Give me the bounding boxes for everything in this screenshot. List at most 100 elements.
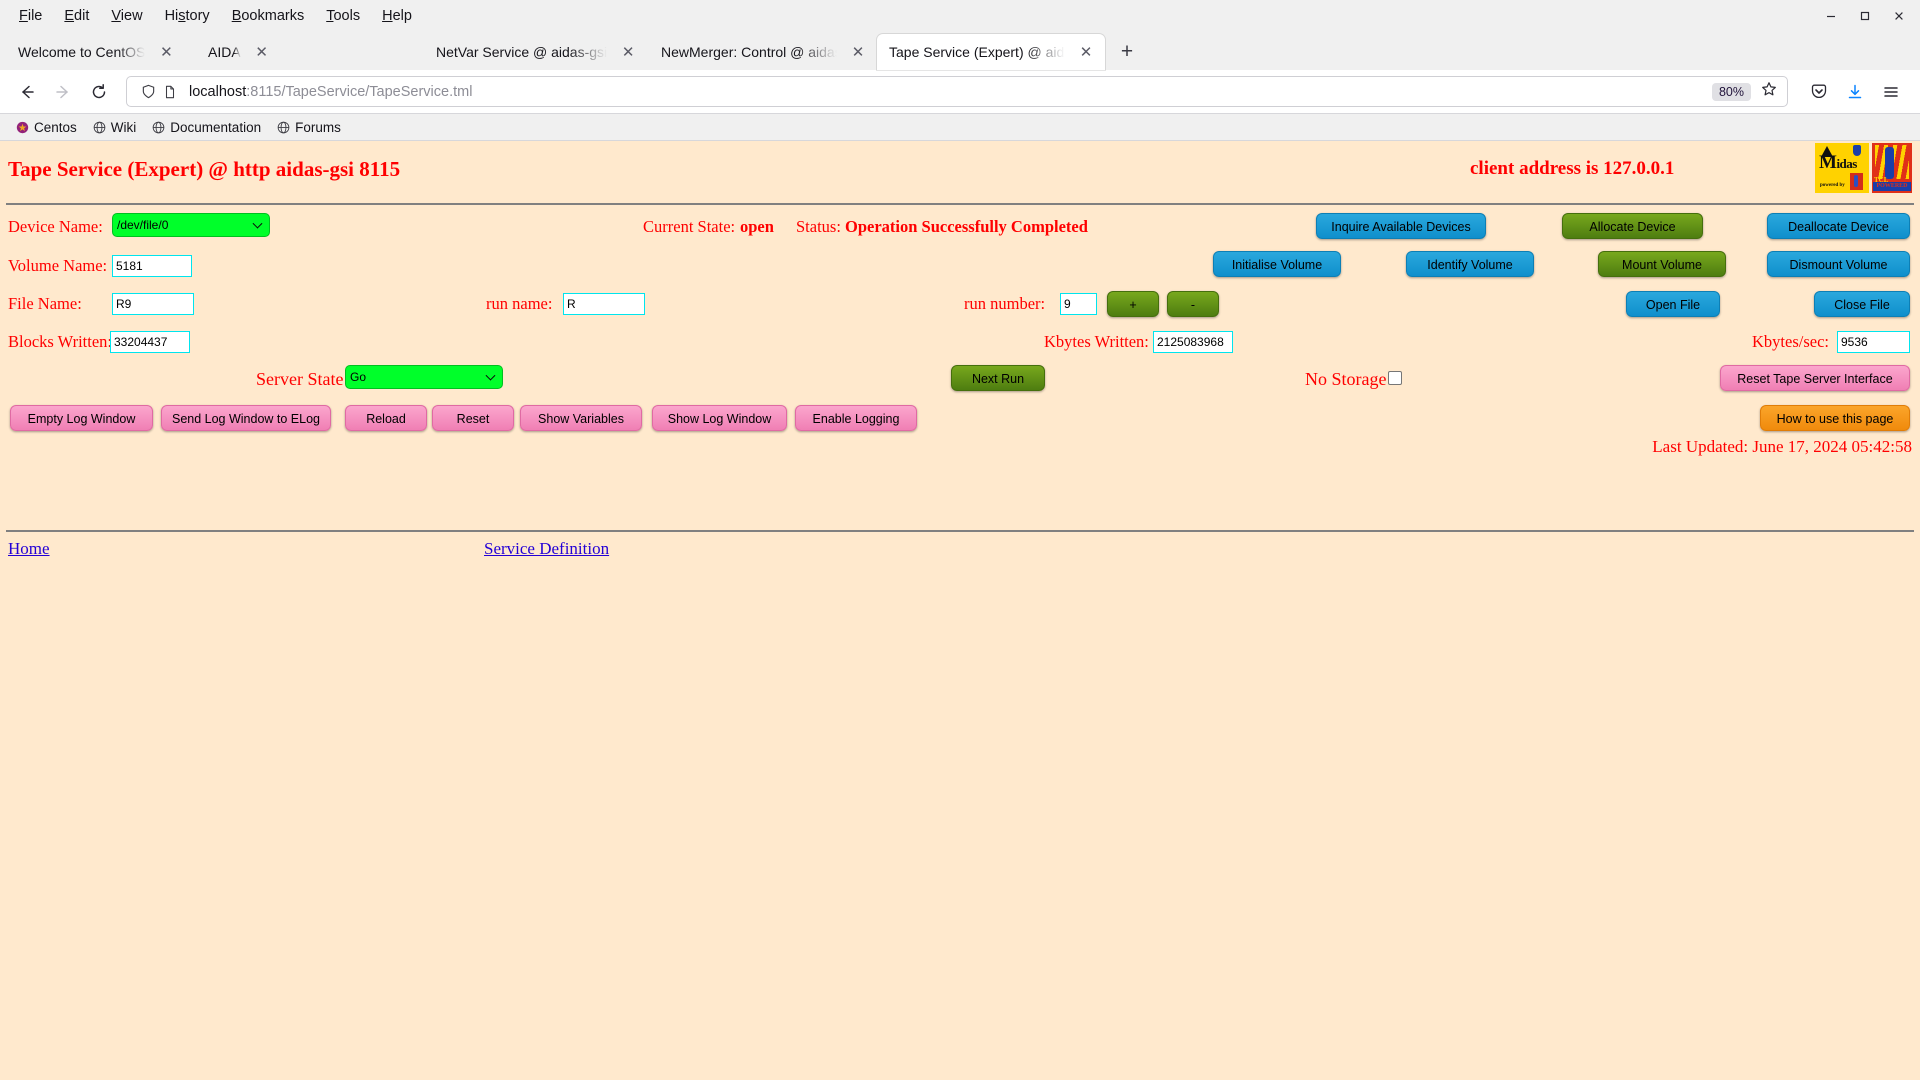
reload-icon[interactable]: [82, 75, 116, 109]
bookmark-centos[interactable]: Centos: [8, 118, 85, 137]
volume-name-label: Volume Name:: [8, 256, 108, 275]
downloads-icon[interactable]: [1838, 75, 1872, 109]
reset-button[interactable]: Reset: [432, 405, 514, 431]
tab-label: Tape Service (Expert) @ aidas-gsi: [889, 44, 1065, 60]
blocks-written-input[interactable]: [110, 331, 190, 353]
enable-logging-button[interactable]: Enable Logging: [795, 405, 917, 431]
bookmark-wiki[interactable]: Wiki: [85, 118, 145, 137]
server-state-select-wrapper: Go: [345, 365, 503, 389]
last-updated-text: Last Updated: June 17, 2024 05:42:58: [1652, 437, 1912, 456]
mount-volume-button[interactable]: Mount Volume: [1598, 251, 1726, 277]
tab-tape-service-expert[interactable]: Tape Service (Expert) @ aidas-gsi ✕: [877, 34, 1105, 70]
next-run-button[interactable]: Next Run: [951, 365, 1045, 391]
deallocate-device-button[interactable]: Deallocate Device: [1767, 213, 1910, 239]
shield-icon[interactable]: [137, 81, 159, 103]
device-name-select[interactable]: /dev/file/0: [112, 213, 270, 237]
zoom-level-indicator[interactable]: 80%: [1711, 82, 1751, 101]
midas-logo: Midas powered by: [1815, 143, 1869, 193]
page-footer: Home Service Definition: [0, 537, 1920, 577]
menu-view[interactable]: View: [100, 5, 153, 27]
bookmark-label: Wiki: [110, 119, 137, 135]
window-controls: [1814, 0, 1916, 31]
current-state-label: Current State:: [643, 217, 736, 236]
footer-link-service-definition[interactable]: Service Definition: [484, 539, 609, 559]
pocket-icon[interactable]: [1802, 75, 1836, 109]
run-name-input[interactable]: [563, 293, 645, 315]
minimize-icon[interactable]: [1814, 2, 1848, 30]
run-number-input[interactable]: [1060, 293, 1097, 315]
maximize-icon[interactable]: [1848, 2, 1882, 30]
device-name-label: Device Name:: [8, 217, 103, 236]
show-variables-button[interactable]: Show Variables: [520, 405, 642, 431]
close-file-button[interactable]: Close File: [1814, 291, 1910, 317]
forward-icon[interactable]: [46, 75, 80, 109]
initialise-volume-button[interactable]: Initialise Volume: [1213, 251, 1341, 277]
run-number-decrement-button[interactable]: -: [1167, 291, 1219, 317]
tab-close-icon[interactable]: ✕: [251, 41, 273, 63]
identify-volume-button[interactable]: Identify Volume: [1406, 251, 1534, 277]
tcl-powered-badge: POWERED: [1873, 182, 1911, 191]
tcl-logo: TCL POWERED: [1872, 143, 1912, 193]
menu-edit[interactable]: Edit: [53, 5, 100, 27]
centos-icon: [16, 121, 29, 134]
page-info-icon[interactable]: [159, 81, 181, 103]
send-log-window-to-elog-button[interactable]: Send Log Window to ELog: [161, 405, 331, 431]
bookmark-label: Documentation: [170, 119, 262, 135]
tab-close-icon[interactable]: ✕: [1075, 41, 1097, 63]
tab-netvar-service[interactable]: NetVar Service @ aidas-gsi ✕: [424, 34, 649, 70]
close-icon[interactable]: [1882, 2, 1916, 30]
run-number-label: run number:: [964, 294, 1046, 313]
tab-newmerger-control[interactable]: NewMerger: Control @ aidas-gsi ✕: [649, 34, 877, 70]
bookmarks-bar: Centos Wiki Documentation Forums: [0, 114, 1920, 141]
midas-flame-icon: [1850, 173, 1863, 190]
toolbar-right-buttons: [1802, 75, 1910, 109]
file-name-input[interactable]: [112, 293, 194, 315]
reload-button[interactable]: Reload: [345, 405, 427, 431]
kbytes-written-input[interactable]: [1153, 331, 1233, 353]
bookmark-forums[interactable]: Forums: [269, 118, 349, 137]
show-log-window-button[interactable]: Show Log Window: [652, 405, 787, 431]
tab-label: AIDA: [208, 44, 241, 60]
no-storage-checkbox[interactable]: [1388, 371, 1402, 385]
new-tab-button[interactable]: +: [1111, 36, 1143, 68]
kbytes-per-sec-label: Kbytes/sec:: [1752, 332, 1829, 351]
menu-bookmarks[interactable]: Bookmarks: [221, 5, 316, 27]
globe-icon: [93, 121, 106, 134]
file-name-label: File Name:: [8, 294, 82, 313]
run-number-increment-button[interactable]: +: [1107, 291, 1159, 317]
bookmark-star-icon[interactable]: [1757, 81, 1781, 102]
tab-close-icon[interactable]: ✕: [155, 41, 177, 63]
midas-powered-by-text: powered by: [1820, 183, 1845, 188]
allocate-device-button[interactable]: Allocate Device: [1562, 213, 1703, 239]
tab-aida[interactable]: AIDA ✕: [196, 34, 424, 70]
browser-chrome: File Edit View History Bookmarks Tools H…: [0, 0, 1920, 141]
server-state-select[interactable]: Go: [345, 365, 503, 389]
kbytes-per-sec-input[interactable]: [1837, 331, 1910, 353]
back-icon[interactable]: [10, 75, 44, 109]
menu-tools[interactable]: Tools: [315, 5, 371, 27]
dismount-volume-button[interactable]: Dismount Volume: [1767, 251, 1910, 277]
tab-strip: Welcome to CentOS ✕ AIDA ✕ NetVar Servic…: [0, 31, 1920, 70]
empty-log-window-button[interactable]: Empty Log Window: [10, 405, 153, 431]
open-file-button[interactable]: Open File: [1626, 291, 1720, 317]
tab-close-icon[interactable]: ✕: [847, 41, 869, 63]
tab-close-icon[interactable]: ✕: [617, 41, 639, 63]
server-state-label: Server State: [256, 369, 344, 389]
reset-tape-server-interface-button[interactable]: Reset Tape Server Interface: [1720, 365, 1910, 391]
device-name-select-wrapper: /dev/file/0: [112, 213, 270, 237]
volume-name-input[interactable]: [112, 255, 192, 277]
tab-welcome-to-centos[interactable]: Welcome to CentOS ✕: [6, 34, 196, 70]
url-bar[interactable]: localhost:8115/TapeService/TapeService.t…: [126, 76, 1788, 107]
footer-link-home[interactable]: Home: [8, 539, 50, 559]
menu-history[interactable]: History: [154, 5, 221, 27]
tab-label: Welcome to CentOS: [18, 44, 146, 60]
bookmark-documentation[interactable]: Documentation: [144, 118, 269, 137]
menu-file[interactable]: File: [8, 5, 53, 27]
url-text[interactable]: localhost:8115/TapeService/TapeService.t…: [189, 84, 1712, 100]
client-address: client address is 127.0.0.1: [1470, 158, 1675, 179]
inquire-available-devices-button[interactable]: Inquire Available Devices: [1316, 213, 1486, 239]
blocks-written-label: Blocks Written:: [8, 332, 112, 351]
how-to-use-this-page-button[interactable]: How to use this page: [1760, 405, 1910, 431]
menu-help[interactable]: Help: [371, 5, 423, 27]
hamburger-menu-icon[interactable]: [1874, 75, 1908, 109]
